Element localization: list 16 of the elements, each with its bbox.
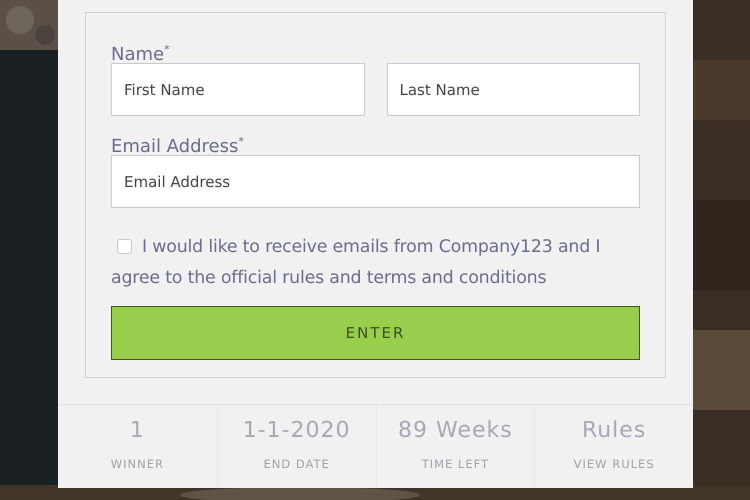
field-label: Name$^{*}$ — [111, 42, 171, 63]
stat-label: WINNER — [110, 457, 164, 471]
consent-text: I would like to receive emails from Company123 and I agree to the official rules and terms and conditions — [111, 236, 602, 290]
stat-label: END DATE — [263, 457, 330, 471]
stat-label: TIME LEFT — [422, 457, 490, 471]
stat-label: VIEW RULES — [574, 457, 655, 471]
enter-button[interactable]: ENTER — [111, 306, 640, 360]
last-name-field[interactable]: Last Name — [386, 63, 640, 116]
checkbox[interactable] — [117, 239, 132, 254]
email-field[interactable]: Email Address — [111, 155, 640, 208]
field-label: Email Address$^{*}$ — [111, 134, 245, 155]
stat-value: 89 Weeks — [398, 417, 513, 445]
first-name-field[interactable]: First Name — [111, 63, 364, 116]
stat-value: 1 — [130, 417, 145, 445]
stat-value: Rules — [582, 417, 646, 445]
stat-value: 1-1-2020 — [242, 417, 351, 445]
